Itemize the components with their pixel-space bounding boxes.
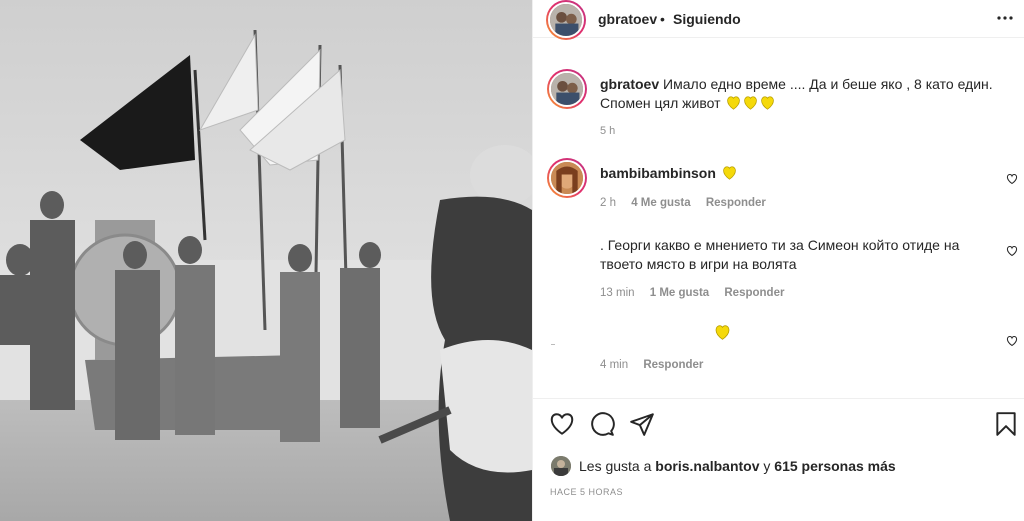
reply-button[interactable]: Responder — [706, 197, 766, 209]
comment-bubble-icon[interactable] — [589, 411, 615, 437]
comment-text-block: bambibambinson — [600, 165, 737, 183]
comment-username[interactable]: bambibambinson — [600, 165, 716, 181]
comment-meta: 13 min 1 Me gusta Responder — [600, 287, 796, 299]
likes-prefix: Les gusta a — [579, 458, 652, 474]
author-username[interactable]: gbratoev — [598, 11, 657, 27]
comment-time[interactable]: 2 h — [600, 197, 616, 209]
yellow-heart-icon — [722, 166, 737, 183]
yellow-heart-icon — [726, 96, 741, 115]
following-button[interactable]: Siguiendo — [673, 11, 741, 27]
comment-text: . Георги какво е мнението ти за Симеон к… — [600, 237, 960, 272]
post-details-panel: gbratoev • Siguiendo gbratoev Имало едно… — [532, 0, 1024, 521]
caption-avatar[interactable] — [547, 69, 587, 109]
save-bookmark-icon[interactable] — [993, 411, 1019, 437]
avatar-photo-icon — [550, 4, 582, 36]
caption-text-block: gbratoev Имало едно време .... Да и беше… — [600, 75, 1000, 115]
like-comment-icon[interactable] — [1006, 244, 1018, 257]
header-separator: • — [660, 11, 665, 27]
comment-likes[interactable]: 1 Me gusta — [650, 287, 709, 299]
comment-meta: 2 h 4 Me gusta Responder — [600, 197, 778, 209]
post-photo[interactable] — [0, 0, 532, 521]
post-header: gbratoev • Siguiendo — [533, 0, 1024, 40]
avatar-photo-icon — [551, 73, 583, 105]
share-paper-plane-icon[interactable] — [629, 411, 655, 437]
liker-avatar[interactable] — [551, 456, 571, 476]
like-heart-icon[interactable] — [549, 411, 575, 437]
more-options-icon[interactable] — [996, 9, 1014, 27]
comment-meta: 4 min Responder — [600, 359, 715, 371]
comment-time[interactable]: 4 min — [600, 359, 628, 371]
yellow-heart-icon — [760, 96, 775, 115]
post-actions-section: Les gusta a boris.nalbantov y 615 person… — [533, 398, 1024, 521]
likes-conjunction: y — [763, 458, 771, 474]
avatar-photo-icon — [551, 456, 571, 476]
comment-time[interactable]: 13 min — [600, 287, 635, 299]
liker-username[interactable]: boris.nalbantov — [655, 458, 759, 474]
like-comment-icon[interactable] — [1006, 172, 1018, 185]
commenter-avatar[interactable] — [547, 158, 587, 198]
caption-username[interactable]: gbratoev — [600, 76, 659, 92]
reply-button[interactable]: Responder — [643, 359, 703, 371]
author-avatar[interactable] — [546, 0, 586, 40]
like-comment-icon[interactable] — [1006, 334, 1018, 347]
reply-button[interactable]: Responder — [724, 287, 784, 299]
beach-scene-image — [0, 0, 532, 521]
likes-count-link[interactable]: 615 personas más — [774, 458, 895, 474]
avatar-photo-icon — [551, 162, 583, 194]
comment-marker — [551, 344, 555, 345]
yellow-heart-icon — [743, 96, 758, 115]
caption-time[interactable]: 5 h — [600, 125, 615, 137]
yellow-heart-icon — [714, 325, 731, 343]
comment-likes[interactable]: 4 Me gusta — [631, 197, 690, 209]
likes-summary: Les gusta a boris.nalbantov y 615 person… — [551, 456, 896, 476]
post-timestamp[interactable]: HACE 5 HORAS — [550, 487, 623, 497]
caption-text: Имало едно време .... Да и беше яко , 8 … — [600, 76, 993, 111]
